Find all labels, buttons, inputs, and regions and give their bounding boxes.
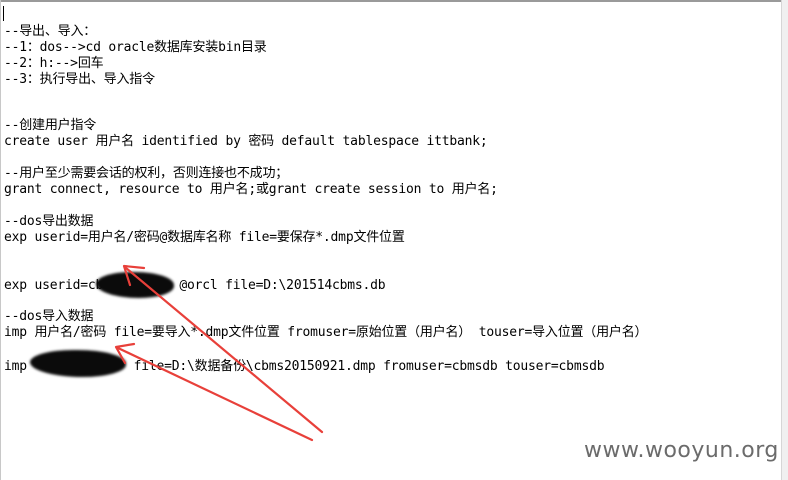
screenshot-stage: --导出、导入： --1：dos-->cd oracle数据库安装bin目录 -…: [0, 0, 788, 480]
arrow-shaft-upper: [124, 266, 324, 434]
annotation-arrows: [114, 264, 324, 442]
arrow-shaft-lower: [116, 346, 314, 442]
vertical-scrollbar[interactable]: [781, 0, 788, 480]
watermark: www.wooyun.org: [584, 438, 779, 463]
